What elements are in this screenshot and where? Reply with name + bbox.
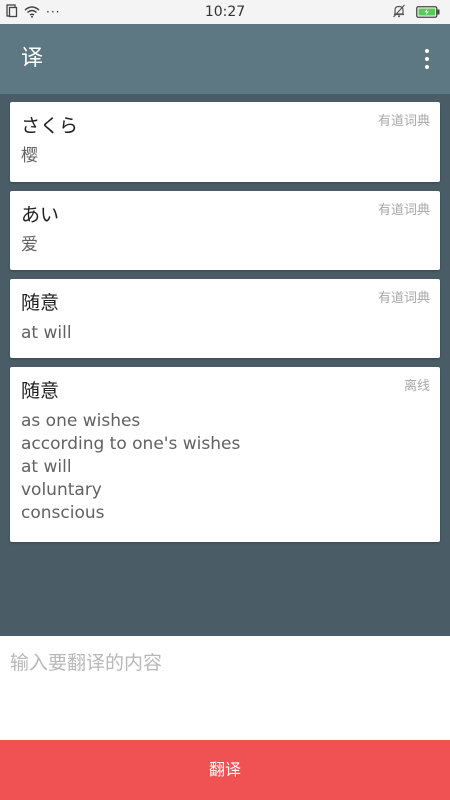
result-card[interactable]: 随意 离线 as one wishes according to one's w… xyxy=(10,367,440,542)
result-word: 随意 xyxy=(21,380,60,402)
result-meaning: conscious xyxy=(21,503,105,523)
result-word: さくら xyxy=(21,115,79,137)
status-time: 10:27 xyxy=(204,4,246,20)
app-bar: 译 xyxy=(0,24,450,94)
results-list: さくら 有道词典 樱 あい 有道词典 爱 随意 有道词典 at will 随意 … xyxy=(0,94,450,636)
result-word: あい xyxy=(21,204,60,226)
result-meaning: as one wishes xyxy=(21,411,141,431)
result-meaning: at will xyxy=(21,323,72,343)
battery-charging-icon xyxy=(416,3,440,22)
translate-input[interactable] xyxy=(0,636,450,740)
result-card[interactable]: あい 有道词典 爱 xyxy=(10,191,440,270)
mute-icon xyxy=(392,3,406,22)
translate-button[interactable]: 翻译 xyxy=(0,740,450,800)
result-source: 离线 xyxy=(403,379,430,394)
status-bar: ··· 10:27 xyxy=(0,0,450,24)
status-right-icons xyxy=(392,4,440,20)
result-meanings: 爱 xyxy=(21,234,38,257)
result-source: 有道词典 xyxy=(377,203,430,218)
result-card[interactable]: 随意 有道词典 at will xyxy=(10,279,440,358)
result-meanings: 樱 xyxy=(21,145,38,168)
result-meaning: voluntary xyxy=(21,480,102,500)
result-meanings: at will xyxy=(21,322,72,345)
input-area xyxy=(0,636,450,740)
app-title: 译 xyxy=(21,46,44,71)
result-meaning: 爱 xyxy=(21,235,38,255)
menu-dot xyxy=(425,57,429,61)
result-meaning: 樱 xyxy=(21,146,38,166)
result-source: 有道词典 xyxy=(377,114,430,129)
result-word: 随意 xyxy=(21,292,60,314)
result-source: 有道词典 xyxy=(377,291,430,306)
result-meaning: at will xyxy=(21,457,72,477)
result-card[interactable]: さくら 有道词典 樱 xyxy=(10,102,440,182)
menu-dot xyxy=(425,49,429,53)
more-vert-icon[interactable] xyxy=(422,49,432,69)
menu-dot xyxy=(425,65,429,69)
result-meanings: as one wishes according to one's wishes … xyxy=(21,410,240,525)
result-meaning: according to one's wishes xyxy=(21,434,241,454)
